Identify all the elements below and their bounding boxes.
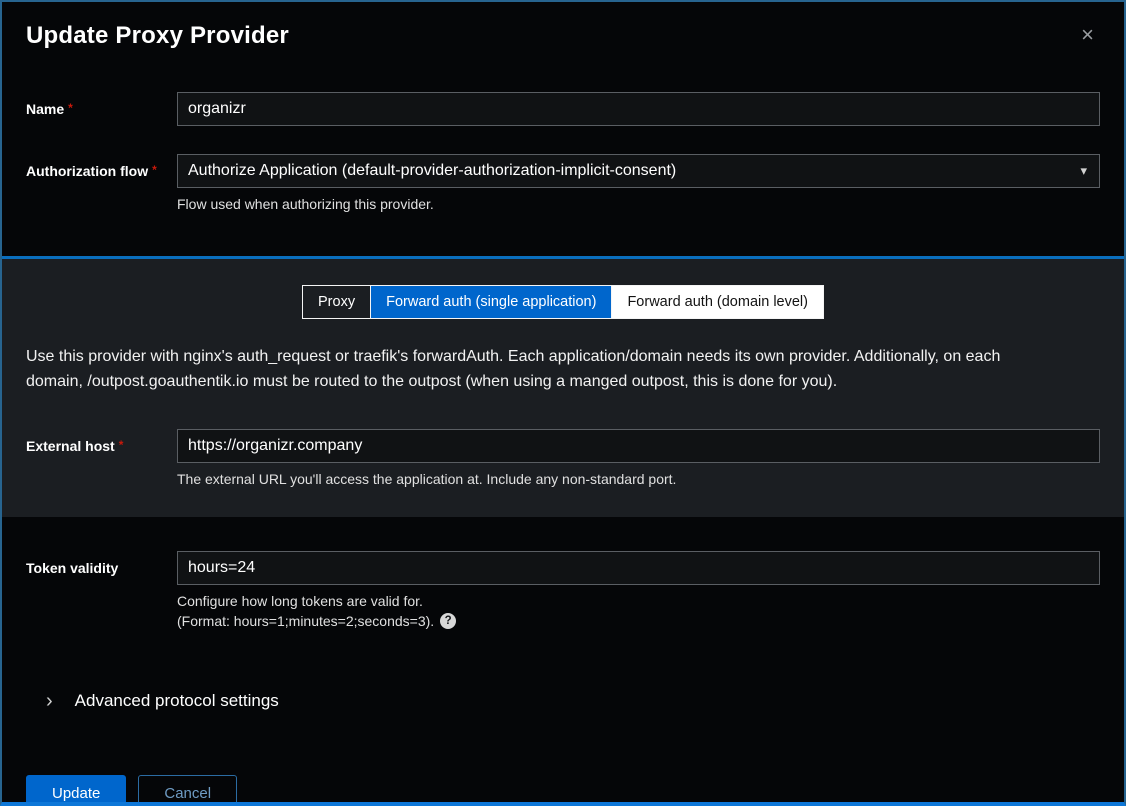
modal-title: Update Proxy Provider — [26, 22, 289, 50]
authorization-flow-label: Authorization flow* — [26, 154, 177, 179]
advanced-protocol-settings-label: Advanced protocol settings — [75, 691, 279, 711]
external-host-help: The external URL you'll access the appli… — [177, 471, 1100, 487]
external-host-row: External host* The external URL you'll a… — [26, 429, 1100, 487]
required-asterisk: * — [152, 163, 157, 177]
close-icon[interactable]: × — [1075, 22, 1100, 48]
required-asterisk: * — [68, 101, 73, 115]
authorization-flow-row: Authorization flow* Authorize Applicatio… — [26, 154, 1100, 212]
update-proxy-provider-modal: Update Proxy Provider × Name* Authorizat… — [0, 0, 1126, 806]
chevron-down-icon: ▾ — [1080, 155, 1087, 187]
modal-header: Update Proxy Provider × — [26, 22, 1100, 50]
token-validity-input[interactable] — [177, 551, 1100, 585]
name-row: Name* — [26, 92, 1100, 126]
advanced-protocol-settings-expander[interactable]: › Advanced protocol settings — [26, 691, 1100, 711]
help-question-icon[interactable]: ? — [440, 613, 456, 629]
proxy-mode-toggle-group: Proxy Forward auth (single application) … — [26, 285, 1100, 319]
update-button[interactable]: Update — [26, 775, 126, 806]
modal-footer: Update Cancel — [26, 775, 1100, 806]
external-host-input[interactable] — [177, 429, 1100, 463]
token-validity-row: Token validity Configure how long tokens… — [26, 551, 1100, 629]
authorization-flow-value: Authorize Application (default-provider-… — [188, 162, 676, 179]
authorization-flow-select[interactable]: Authorize Application (default-provider-… — [177, 154, 1100, 188]
proxy-mode-card: Proxy Forward auth (single application) … — [2, 256, 1124, 517]
name-input[interactable] — [177, 92, 1100, 126]
tab-forward-auth-domain-level[interactable]: Forward auth (domain level) — [612, 286, 823, 318]
token-validity-help: Configure how long tokens are valid for. — [177, 593, 1100, 609]
authorization-flow-help: Flow used when authorizing this provider… — [177, 196, 1100, 212]
name-label: Name* — [26, 92, 177, 117]
token-validity-label: Token validity — [26, 551, 177, 576]
external-host-label: External host* — [26, 429, 177, 454]
tab-forward-auth-single-application[interactable]: Forward auth (single application) — [371, 286, 612, 318]
tab-proxy[interactable]: Proxy — [303, 286, 371, 318]
chevron-right-icon: › — [46, 692, 53, 710]
required-asterisk: * — [119, 438, 124, 452]
forward-auth-description: Use this provider with nginx's auth_requ… — [26, 345, 1056, 395]
token-validity-format-help: (Format: hours=1;minutes=2;seconds=3). ? — [177, 613, 1100, 629]
cancel-button[interactable]: Cancel — [138, 775, 237, 806]
